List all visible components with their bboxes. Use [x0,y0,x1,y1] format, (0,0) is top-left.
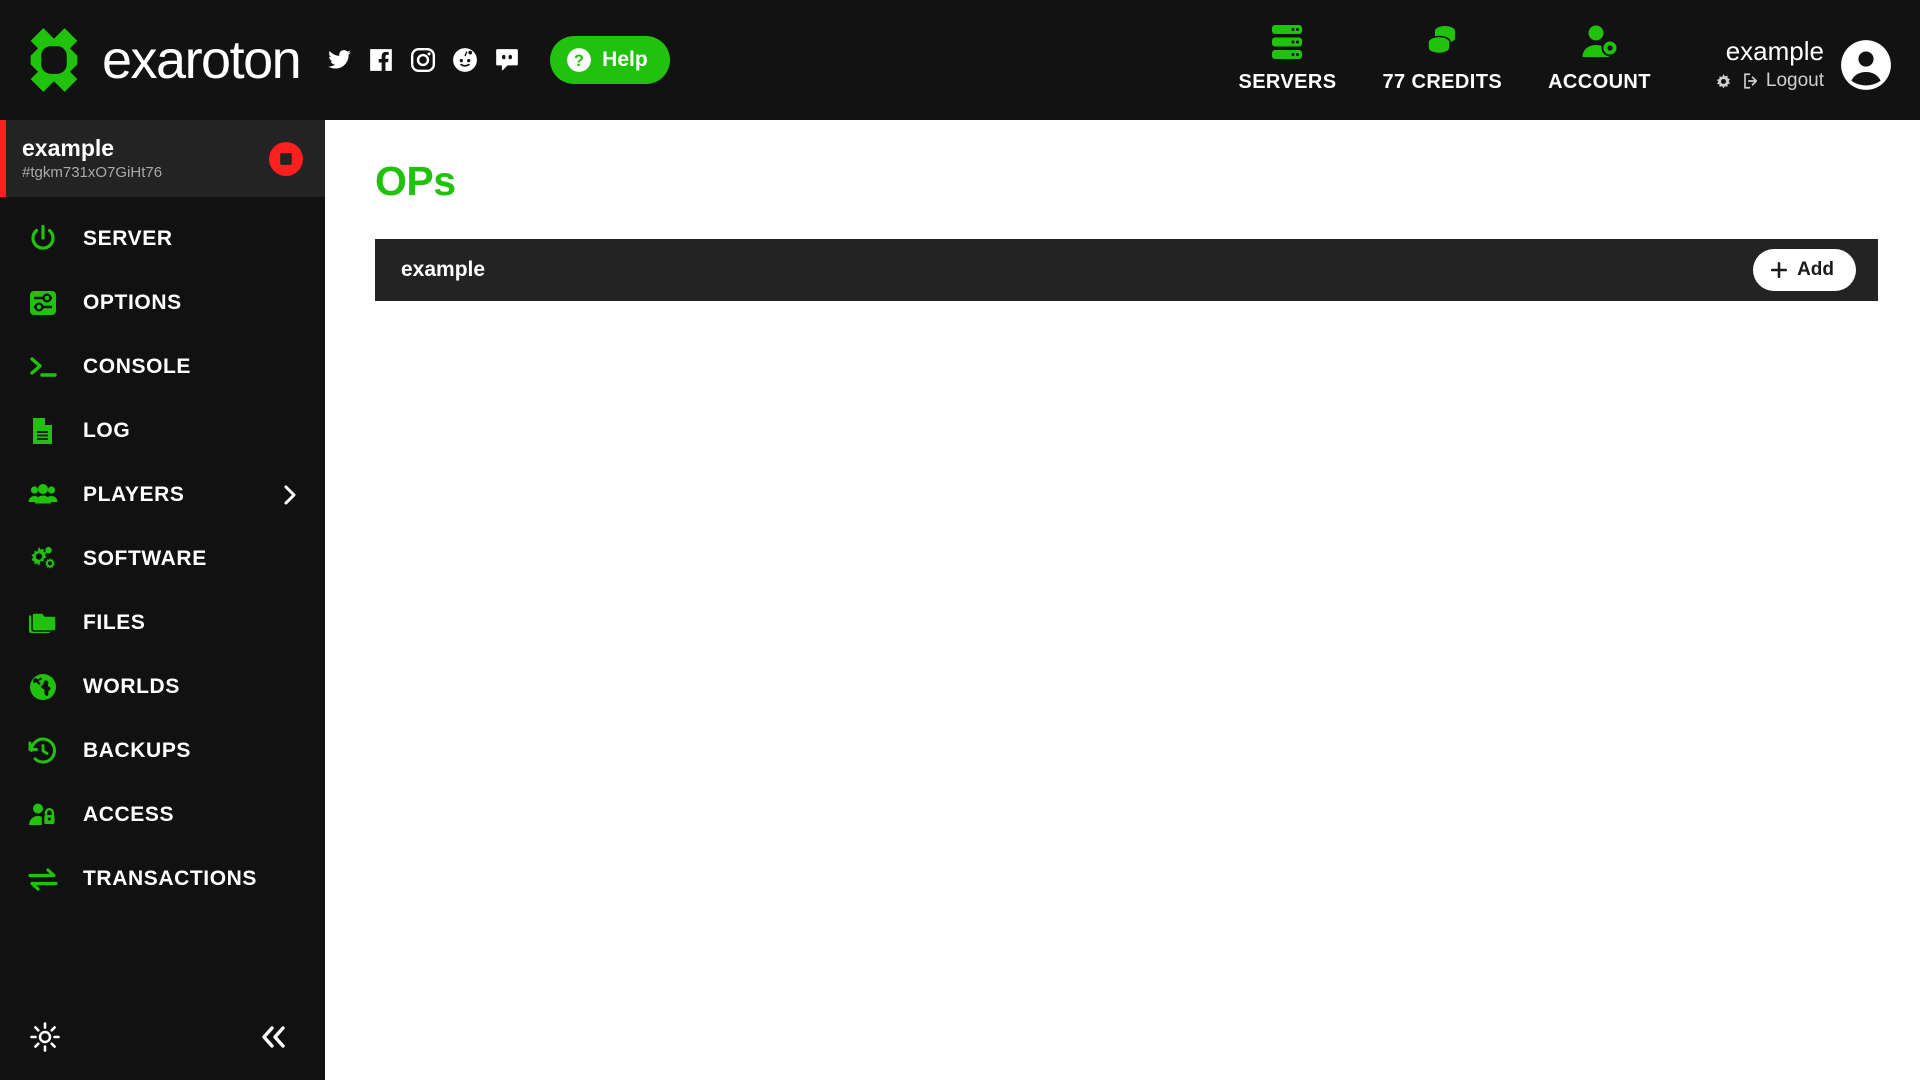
brand-wordmark: exaroton [102,30,302,90]
header-nav: SERVERS 77 CREDITS ACCOUNT example Logou… [1238,0,1920,120]
sidebar-item-software[interactable]: SOFTWARE [0,527,325,591]
header-nav-servers[interactable]: SERVERS [1238,21,1336,94]
add-button[interactable]: Add [1753,249,1856,291]
stop-button-icon[interactable] [269,141,303,176]
sidebar-item-options[interactable]: OPTIONS [0,271,325,335]
reddit-icon[interactable] [452,47,478,73]
top-header: exaroton ? Help SERVERS 77 CREDITS ACCOU… [0,0,1920,120]
account-gear-icon [1579,21,1619,61]
header-nav-credits-label: 77 CREDITS [1382,71,1503,93]
discord-icon[interactable] [494,47,520,73]
ops-list-panel: example Add [351,239,1878,301]
sidebar-item-players-label: PLAYERS [83,483,185,506]
power-icon [28,224,62,254]
file-text-icon [28,416,62,446]
logout-icon [1744,73,1757,89]
logout-link[interactable]: Logout [1742,70,1824,92]
svg-text:?: ? [574,52,584,70]
user-lock-icon [28,800,62,830]
main-content: OPs example Add [325,120,1920,1080]
sidebar-item-access-label: ACCESS [83,803,175,826]
servers-icon [1267,21,1307,61]
twitter-icon[interactable] [326,47,352,73]
help-button-label: Help [602,48,648,71]
sidebar-item-server[interactable]: SERVER [0,207,325,271]
instagram-icon[interactable] [410,47,436,73]
sidebar: example #tgkm731xO7GiHt76 SERVER OPTIONS… [0,120,325,1080]
table-row: example Add [375,239,1878,301]
sidebar-item-files[interactable]: FILES [0,591,325,655]
sidebar-nav: SERVER OPTIONS CONSOLE LOG PLAYERS SOFTW… [0,197,325,911]
user-avatar-icon[interactable] [1840,39,1892,91]
page-title: OPs [375,158,456,204]
exaroton-logo-icon [30,28,78,92]
sidebar-item-server-label: SERVER [83,227,173,250]
sidebar-item-access[interactable]: ACCESS [0,783,325,847]
sidebar-server-name: example [22,134,115,161]
sun-brightness-icon[interactable] [30,1022,60,1052]
sidebar-server-id: #tgkm731xO7GiHt76 [22,163,163,181]
question-circle-icon: ? [567,48,592,72]
double-chevron-left-icon[interactable] [257,1023,291,1051]
folder-icon [28,608,62,638]
page-body: example #tgkm731xO7GiHt76 SERVER OPTIONS… [0,120,1920,1080]
terminal-icon [28,352,62,382]
account-username: example [1725,36,1824,67]
sidebar-item-log-label: LOG [83,419,131,442]
globe-icon [28,672,62,702]
sliders-icon [28,288,62,318]
social-links [326,47,520,73]
header-nav-servers-label: SERVERS [1238,71,1337,93]
sidebar-item-backups-label: BACKUPS [83,739,192,762]
exchange-arrows-icon [28,864,62,894]
sidebar-item-transactions[interactable]: TRANSACTIONS [0,847,325,911]
chevron-right-icon[interactable] [283,484,297,506]
header-nav-credits[interactable]: 77 CREDITS [1382,21,1502,94]
header-nav-account-label: ACCOUNT [1548,71,1651,93]
sidebar-item-files-label: FILES [83,611,146,634]
sidebar-item-log[interactable]: LOG [0,399,325,463]
facebook-icon[interactable] [368,47,394,73]
sidebar-server-card[interactable]: example #tgkm731xO7GiHt76 [0,120,325,197]
sidebar-item-software-label: SOFTWARE [83,547,207,570]
add-button-label: Add [1797,259,1834,280]
brand-logo[interactable]: exaroton [0,26,302,94]
history-clock-icon [28,736,62,766]
credits-coins-icon [1422,21,1462,61]
cogs-icon [28,544,62,574]
sidebar-item-players[interactable]: PLAYERS [0,463,325,527]
sidebar-item-console[interactable]: CONSOLE [0,335,325,399]
sidebar-item-worlds-label: WORLDS [83,675,180,698]
account-block: example Logout [1715,37,1892,94]
gear-icon[interactable] [1715,73,1732,90]
sidebar-footer [0,994,325,1080]
users-icon [28,480,62,510]
logout-label: Logout [1765,70,1824,91]
sidebar-item-console-label: CONSOLE [83,355,192,378]
plus-icon [1771,261,1788,279]
help-button[interactable]: ? Help [550,36,670,84]
sidebar-item-transactions-label: TRANSACTIONS [83,867,258,890]
sidebar-server-info: example #tgkm731xO7GiHt76 [22,134,163,182]
account-actions: Logout [1715,70,1824,92]
header-nav-account[interactable]: ACCOUNT [1548,21,1651,94]
sidebar-item-worlds[interactable]: WORLDS [0,655,325,719]
sidebar-item-options-label: OPTIONS [83,291,182,314]
sidebar-item-backups[interactable]: BACKUPS [0,719,325,783]
account-text: example Logout [1715,37,1824,92]
ops-entry-name: example [401,258,486,281]
